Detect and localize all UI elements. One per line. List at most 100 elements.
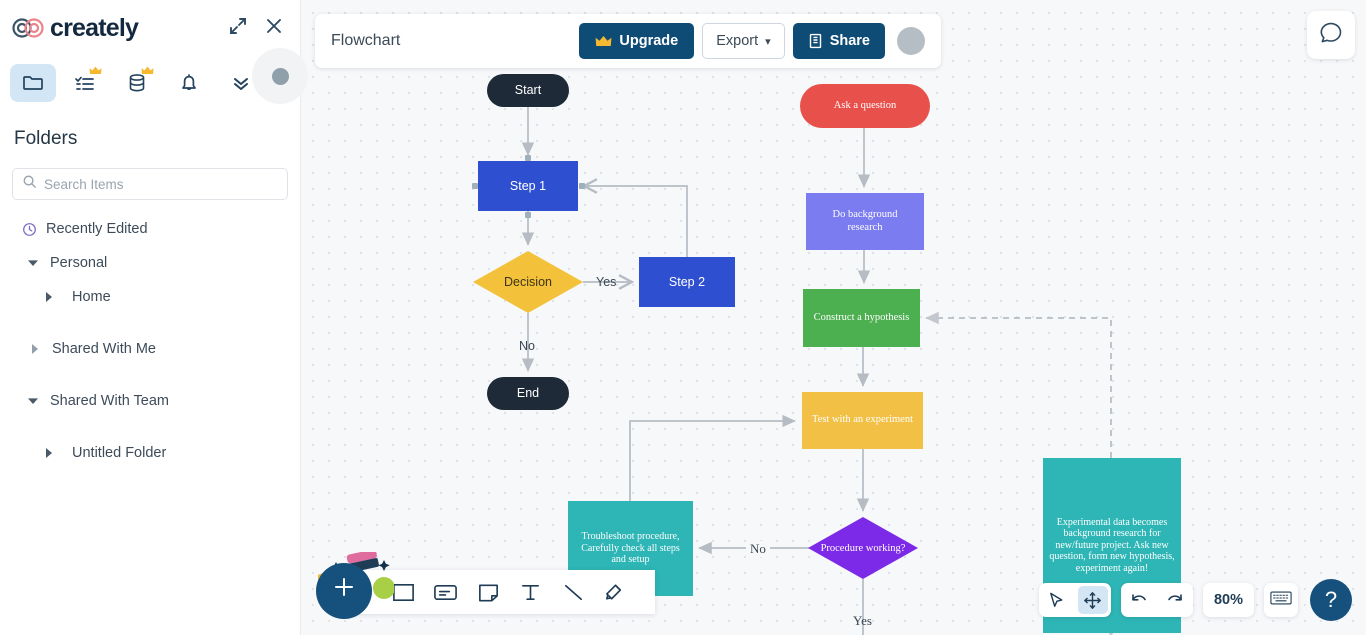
node-decision[interactable]: Decision [473, 251, 583, 313]
sidebar-item-data[interactable] [114, 64, 160, 102]
node-label: End [516, 386, 540, 401]
node-procedure-working[interactable]: Procedure working? [808, 517, 918, 579]
help-button[interactable]: ? [1310, 579, 1352, 621]
selection-handle[interactable] [525, 155, 531, 161]
undo-icon[interactable] [1124, 586, 1154, 614]
expand-arrows-icon[interactable] [228, 16, 250, 38]
user-avatar[interactable] [897, 27, 925, 55]
crown-icon [89, 66, 102, 79]
upgrade-button[interactable]: Upgrade [579, 23, 695, 59]
redo-icon[interactable] [1160, 586, 1190, 614]
edge-label-yes-procedure: Yes [853, 613, 872, 628]
chevron-right-icon[interactable] [26, 344, 44, 354]
creately-logo-icon [12, 17, 46, 39]
edge-label-yes-decision: Yes [596, 275, 617, 289]
sidebar-item-tasks[interactable] [62, 64, 108, 102]
freehand-icon[interactable] [603, 580, 628, 605]
tree-item-untitled-folder[interactable]: Untitled Folder [0, 436, 300, 470]
node-end[interactable]: End [487, 377, 569, 410]
node-label: Test with an experiment [811, 414, 914, 426]
zoom-level[interactable]: 80% [1203, 592, 1254, 608]
tree-item-recently-edited[interactable]: Recently Edited [0, 212, 300, 246]
selection-handle[interactable] [472, 183, 478, 189]
node-start[interactable]: Start [487, 74, 569, 107]
node-label: Procedure working? [820, 542, 906, 554]
diagram-canvas[interactable]: Start Step 1 Decision Step 2 End Ask a q… [301, 0, 1366, 635]
cursor-select-icon[interactable] [1042, 586, 1072, 614]
sidebar-item-folders[interactable] [10, 64, 56, 102]
chat-bubble-icon [1318, 20, 1344, 51]
node-ask-a-question[interactable]: Ask a question [800, 84, 930, 128]
export-label: Export [716, 33, 759, 49]
text-icon[interactable] [518, 580, 543, 605]
upgrade-label: Upgrade [619, 33, 679, 49]
clock-icon [22, 222, 37, 237]
tree-item-shared-with-team[interactable]: Shared With Team [0, 384, 300, 418]
document-toolbar: Flowchart Upgrade Export ▾ Share [315, 14, 941, 68]
folder-tree: Recently Edited Personal Home Shared Wit… [0, 212, 300, 470]
selection-handle[interactable] [579, 183, 585, 189]
zoom-control[interactable]: 80% [1202, 583, 1254, 617]
panel-resize-handle[interactable] [252, 48, 308, 104]
node-label: Troubleshoot procedure, Carefully check … [581, 531, 680, 566]
brand-name: creately [50, 13, 139, 42]
brand-row: creately [0, 0, 300, 56]
note-icon[interactable] [476, 580, 501, 605]
node-label: Step 2 [668, 274, 706, 289]
tree-item-label: Home [72, 289, 111, 305]
tree-item-label: Shared With Me [52, 341, 156, 357]
help-label: ? [1324, 587, 1338, 612]
chevron-down-icon[interactable] [24, 259, 42, 267]
node-construct-a-hypothesis[interactable]: Construct a hypothesis [803, 289, 920, 347]
node-label: Ask a question [833, 99, 897, 111]
pan-move-icon[interactable] [1077, 586, 1108, 614]
add-shape-button[interactable] [316, 563, 372, 619]
creately-app: creately Folders Search Items Recently E… [0, 0, 1366, 635]
chevron-right-icon[interactable] [40, 292, 58, 302]
square-shape-icon[interactable] [391, 580, 416, 605]
close-icon[interactable] [264, 16, 286, 38]
share-label: Share [829, 33, 870, 49]
node-label: Construct a hypothesis [813, 311, 910, 323]
document-title[interactable]: Flowchart [331, 32, 579, 50]
tree-item-label: Personal [50, 255, 108, 271]
node-label: Do background research [832, 209, 898, 233]
share-button[interactable]: Share [792, 23, 885, 59]
history-group [1120, 583, 1193, 617]
node-test-with-an-experiment[interactable]: Test with an experiment [802, 392, 923, 449]
plus-icon [331, 574, 357, 608]
node-label: Decision [504, 275, 552, 289]
keyboard-icon [1270, 590, 1292, 611]
edge-label-no-procedure: No [746, 541, 770, 557]
node-step-2[interactable]: Step 2 [639, 257, 735, 307]
export-button[interactable]: Export ▾ [702, 23, 785, 59]
crown-icon [595, 35, 612, 48]
keyboard-shortcuts-button[interactable] [1264, 583, 1298, 617]
search-input[interactable] [44, 176, 278, 192]
node-step-1[interactable]: Step 1 [478, 161, 578, 211]
tree-item-personal[interactable]: Personal [0, 246, 300, 280]
tree-item-home[interactable]: Home [0, 280, 300, 314]
crown-icon [141, 66, 154, 79]
sidebar-item-notifications[interactable] [166, 64, 212, 102]
tree-item-label: Untitled Folder [72, 445, 167, 461]
line-icon[interactable] [561, 580, 586, 605]
node-do-background-research[interactable]: Do background research [806, 193, 924, 250]
chat-button[interactable] [1307, 11, 1355, 59]
tree-item-shared-with-me[interactable]: Shared With Me [0, 332, 300, 366]
door-icon [808, 33, 823, 49]
edge-label-no-decision: No [519, 339, 535, 353]
tree-item-label: Recently Edited [46, 221, 148, 237]
search-box[interactable] [12, 168, 288, 200]
container-icon[interactable] [433, 580, 458, 605]
window-buttons [228, 16, 286, 38]
left-panel: creately Folders Search Items Recently E… [0, 0, 308, 635]
selection-handle[interactable] [525, 212, 531, 218]
search-icon [22, 174, 37, 194]
page-title: Folders [14, 128, 78, 149]
chevron-down-icon[interactable] [24, 397, 42, 405]
tree-item-label: Shared With Team [50, 393, 170, 409]
node-label: Experimental data becomes background res… [1049, 516, 1175, 574]
canvas-controls: 80% ? [1038, 579, 1352, 621]
chevron-right-icon[interactable] [40, 448, 58, 458]
